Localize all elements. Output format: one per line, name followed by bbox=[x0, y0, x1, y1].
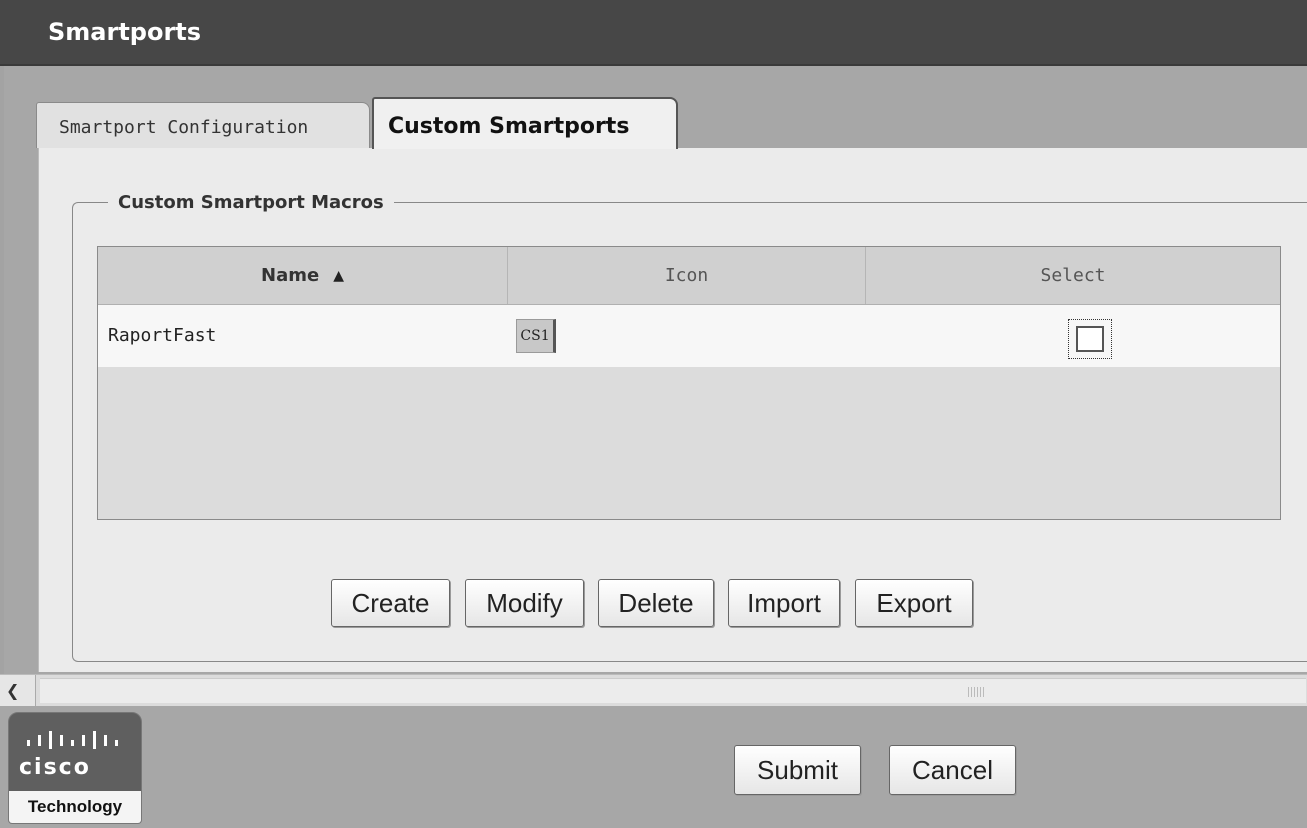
group-legend: Custom Smartport Macros bbox=[108, 192, 394, 213]
macro-name: RaportFast bbox=[108, 325, 217, 346]
sort-ascending-icon: ▲ bbox=[333, 267, 344, 284]
smartport-macro-icon: CS1 bbox=[516, 319, 556, 353]
window-title: Smartports bbox=[48, 18, 202, 46]
cisco-tagline: Technology bbox=[9, 791, 141, 823]
table-header: Name ▲ Icon Select bbox=[98, 247, 1280, 305]
table-row[interactable]: RaportFast CS1 bbox=[98, 305, 1280, 367]
icon-label: CS1 bbox=[520, 328, 550, 344]
cisco-logo: cisco Technology bbox=[8, 712, 142, 824]
create-button[interactable]: Create bbox=[331, 579, 450, 627]
submit-button[interactable]: Submit bbox=[734, 745, 861, 795]
modify-button[interactable]: Modify bbox=[465, 579, 584, 627]
tab-smartport-configuration[interactable]: Smartport Configuration bbox=[36, 102, 370, 148]
scroll-left-icon[interactable]: ❮ bbox=[0, 675, 36, 706]
column-header-label: Name bbox=[261, 265, 320, 286]
macros-table: Name ▲ Icon Select RaportFast CS1 bbox=[97, 246, 1281, 520]
title-bar: Smartports bbox=[0, 0, 1307, 66]
tab-label: Smartport Configuration bbox=[59, 117, 309, 138]
column-header-icon[interactable]: Icon bbox=[508, 247, 866, 304]
select-checkbox[interactable] bbox=[1068, 319, 1112, 359]
export-button[interactable]: Export bbox=[855, 579, 973, 627]
footer-bar bbox=[0, 706, 1307, 828]
scrollbar-thumb[interactable] bbox=[40, 678, 1306, 703]
cisco-bars-icon bbox=[27, 731, 118, 749]
tab-label: Custom Smartports bbox=[388, 114, 630, 139]
column-header-name[interactable]: Name ▲ bbox=[98, 247, 508, 304]
import-button[interactable]: Import bbox=[728, 579, 840, 627]
checkbox-box bbox=[1076, 326, 1104, 352]
cisco-wordmark: cisco bbox=[19, 755, 91, 780]
cancel-button[interactable]: Cancel bbox=[889, 745, 1016, 795]
column-header-label: Select bbox=[1040, 265, 1106, 286]
delete-button[interactable]: Delete bbox=[598, 579, 714, 627]
tab-custom-smartports[interactable]: Custom Smartports bbox=[372, 97, 678, 149]
column-header-label: Icon bbox=[664, 265, 709, 286]
scrollbar-grip-icon bbox=[968, 687, 986, 697]
column-header-select[interactable]: Select bbox=[866, 247, 1280, 304]
horizontal-scrollbar[interactable]: ❮ bbox=[0, 674, 1307, 707]
